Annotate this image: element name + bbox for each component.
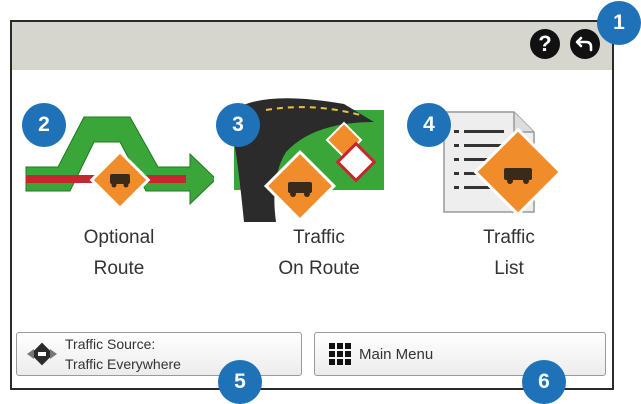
optional-route-label-line1: Optional <box>83 227 155 248</box>
callout-2: 2 <box>22 103 66 147</box>
callout-6: 6 <box>522 360 566 404</box>
traffic-source-icon <box>27 342 57 366</box>
question-mark-icon: ? <box>538 31 552 56</box>
traffic-on-route-icon <box>234 98 384 222</box>
back-arrow-icon <box>575 36 593 52</box>
traffic-source-value: Traffic Everywhere <box>65 356 181 372</box>
traffic-source-button[interactable]: Traffic Source: Traffic Everywhere <box>16 332 302 376</box>
callout-5: 5 <box>218 360 262 404</box>
traffic-source-text: Traffic Source: Traffic Everywhere <box>65 334 181 374</box>
main-menu-label: Main Menu <box>359 345 434 363</box>
help-button[interactable]: ? <box>530 29 560 59</box>
traffic-on-route-label-line2: On Route <box>278 258 360 279</box>
back-button[interactable] <box>570 29 600 59</box>
traffic-list-icon <box>443 111 563 217</box>
callout-3: 3 <box>216 103 260 147</box>
traffic-source-label: Traffic Source: <box>65 336 156 352</box>
grid-menu-icon <box>329 343 351 365</box>
callout-1: 1 <box>597 1 641 45</box>
callout-4: 4 <box>407 103 451 147</box>
traffic-on-route-label-line1: Traffic <box>293 227 345 248</box>
optional-route-icon <box>25 116 214 211</box>
traffic-list-label-line2: List <box>494 258 524 279</box>
optional-route-label-line2: Route <box>93 258 145 279</box>
top-bar: ? <box>12 22 612 70</box>
traffic-list-label-line1: Traffic <box>483 227 535 248</box>
traffic-screen: ? Optional Route Traffic On Route Traffi… <box>10 20 614 390</box>
